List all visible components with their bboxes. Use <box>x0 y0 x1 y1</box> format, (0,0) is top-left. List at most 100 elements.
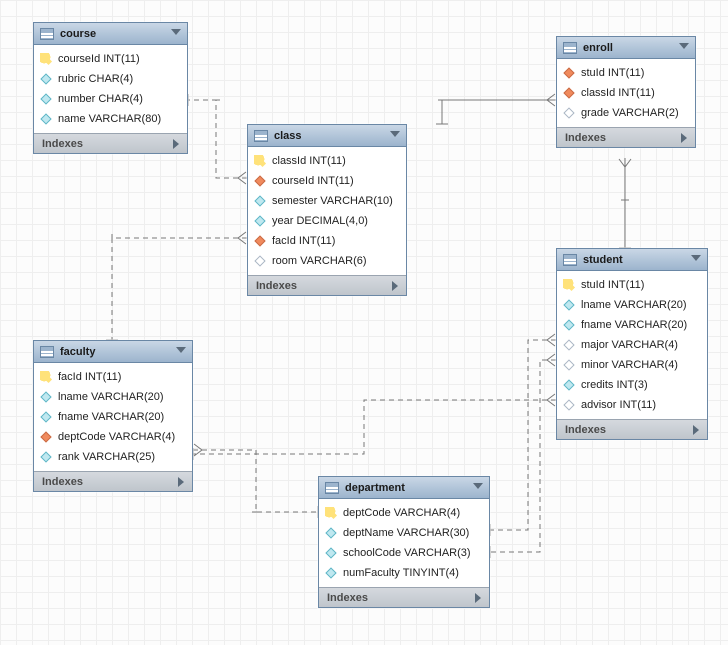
column-label: facId INT(11) <box>272 235 335 247</box>
chevron-right-icon[interactable] <box>475 593 481 603</box>
column-row[interactable]: lname VARCHAR(20) <box>557 295 707 315</box>
indexes-section[interactable]: Indexes <box>319 587 489 607</box>
indexes-label: Indexes <box>565 424 606 436</box>
indexes-section[interactable]: Indexes <box>248 275 406 295</box>
entity-title: department <box>345 482 405 494</box>
column-row[interactable]: facId INT(11) <box>34 367 192 387</box>
nullable-icon <box>563 359 574 370</box>
entity-header-department[interactable]: department <box>319 477 489 499</box>
entity-enroll[interactable]: enroll stuId INT(11) classId INT(11) grade … <box>556 36 696 148</box>
table-icon <box>325 482 339 494</box>
entity-header-enroll[interactable]: enroll <box>557 37 695 59</box>
entity-department[interactable]: department deptCode VARCHAR(4) deptName VA… <box>318 476 490 608</box>
column-icon <box>325 567 336 578</box>
chevron-down-icon[interactable] <box>679 43 689 49</box>
primary-key-icon <box>563 279 575 291</box>
column-row[interactable]: year DECIMAL(4,0) <box>248 211 406 231</box>
column-row[interactable]: lname VARCHAR(20) <box>34 387 192 407</box>
column-row[interactable]: stuId INT(11) <box>557 275 707 295</box>
column-row[interactable]: facId INT(11) <box>248 231 406 251</box>
indexes-section[interactable]: Indexes <box>34 133 187 153</box>
column-row[interactable]: advisor INT(11) <box>557 395 707 415</box>
column-icon <box>40 93 51 104</box>
column-icon <box>325 547 336 558</box>
foreign-key-icon <box>254 175 265 186</box>
column-row[interactable]: numFaculty TINYINT(4) <box>319 563 489 583</box>
primary-key-icon <box>325 507 337 519</box>
column-label: year DECIMAL(4,0) <box>272 215 368 227</box>
table-icon <box>40 28 54 40</box>
column-label: facId INT(11) <box>58 371 121 383</box>
columns-list: classId INT(11) courseId INT(11)semester … <box>248 147 406 275</box>
entity-header-student[interactable]: student <box>557 249 707 271</box>
chevron-right-icon[interactable] <box>178 477 184 487</box>
column-row[interactable]: credits INT(3) <box>557 375 707 395</box>
entity-faculty[interactable]: faculty facId INT(11) lname VARCHAR(20)fna… <box>33 340 193 492</box>
column-label: classId INT(11) <box>272 155 346 167</box>
table-icon <box>563 254 577 266</box>
column-label: numFaculty TINYINT(4) <box>343 567 459 579</box>
entity-header-course[interactable]: course <box>34 23 187 45</box>
nullable-icon <box>563 107 574 118</box>
column-row[interactable]: schoolCode VARCHAR(3) <box>319 543 489 563</box>
column-row[interactable]: semester VARCHAR(10) <box>248 191 406 211</box>
column-row[interactable]: rank VARCHAR(25) <box>34 447 192 467</box>
column-row[interactable]: classId INT(11) <box>557 83 695 103</box>
column-label: rubric CHAR(4) <box>58 73 133 85</box>
entity-title: faculty <box>60 346 95 358</box>
column-row[interactable]: deptCode VARCHAR(4) <box>319 503 489 523</box>
chevron-down-icon[interactable] <box>171 29 181 35</box>
column-label: stuId INT(11) <box>581 67 644 79</box>
chevron-down-icon[interactable] <box>176 347 186 353</box>
entity-header-class[interactable]: class <box>248 125 406 147</box>
foreign-key-icon <box>563 67 574 78</box>
indexes-label: Indexes <box>565 132 606 144</box>
chevron-down-icon[interactable] <box>473 483 483 489</box>
column-label: name VARCHAR(80) <box>58 113 161 125</box>
column-label: deptName VARCHAR(30) <box>343 527 469 539</box>
column-label: classId INT(11) <box>581 87 655 99</box>
indexes-section[interactable]: Indexes <box>34 471 192 491</box>
column-icon <box>40 391 51 402</box>
column-row[interactable]: classId INT(11) <box>248 151 406 171</box>
chevron-right-icon[interactable] <box>681 133 687 143</box>
column-row[interactable]: minor VARCHAR(4) <box>557 355 707 375</box>
column-row[interactable]: fname VARCHAR(20) <box>34 407 192 427</box>
chevron-right-icon[interactable] <box>173 139 179 149</box>
chevron-right-icon[interactable] <box>392 281 398 291</box>
indexes-section[interactable]: Indexes <box>557 127 695 147</box>
column-row[interactable]: deptName VARCHAR(30) <box>319 523 489 543</box>
table-icon <box>254 130 268 142</box>
column-label: room VARCHAR(6) <box>272 255 367 267</box>
column-row[interactable]: stuId INT(11) <box>557 63 695 83</box>
column-icon <box>563 299 574 310</box>
column-label: deptCode VARCHAR(4) <box>58 431 175 443</box>
column-row[interactable]: rubric CHAR(4) <box>34 69 187 89</box>
chevron-down-icon[interactable] <box>691 255 701 261</box>
chevron-down-icon[interactable] <box>390 131 400 137</box>
column-row[interactable]: fname VARCHAR(20) <box>557 315 707 335</box>
column-row[interactable]: number CHAR(4) <box>34 89 187 109</box>
nullable-icon <box>563 399 574 410</box>
column-row[interactable]: room VARCHAR(6) <box>248 251 406 271</box>
column-row[interactable]: grade VARCHAR(2) <box>557 103 695 123</box>
column-icon <box>563 379 574 390</box>
entity-title: course <box>60 28 96 40</box>
chevron-right-icon[interactable] <box>693 425 699 435</box>
foreign-key-icon <box>563 87 574 98</box>
indexes-label: Indexes <box>42 476 83 488</box>
column-label: schoolCode VARCHAR(3) <box>343 547 471 559</box>
indexes-label: Indexes <box>256 280 297 292</box>
column-row[interactable]: courseId INT(11) <box>34 49 187 69</box>
column-icon <box>563 319 574 330</box>
entity-student[interactable]: student stuId INT(11)lname VARCHAR(20) fna… <box>556 248 708 440</box>
entity-header-faculty[interactable]: faculty <box>34 341 192 363</box>
column-label: fname VARCHAR(20) <box>581 319 687 331</box>
indexes-section[interactable]: Indexes <box>557 419 707 439</box>
entity-class[interactable]: class classId INT(11) courseId INT(11)seme… <box>247 124 407 296</box>
column-row[interactable]: deptCode VARCHAR(4) <box>34 427 192 447</box>
column-row[interactable]: name VARCHAR(80) <box>34 109 187 129</box>
column-row[interactable]: courseId INT(11) <box>248 171 406 191</box>
column-row[interactable]: major VARCHAR(4) <box>557 335 707 355</box>
entity-course[interactable]: course courseId INT(11) rubric CHAR(4) numb… <box>33 22 188 154</box>
